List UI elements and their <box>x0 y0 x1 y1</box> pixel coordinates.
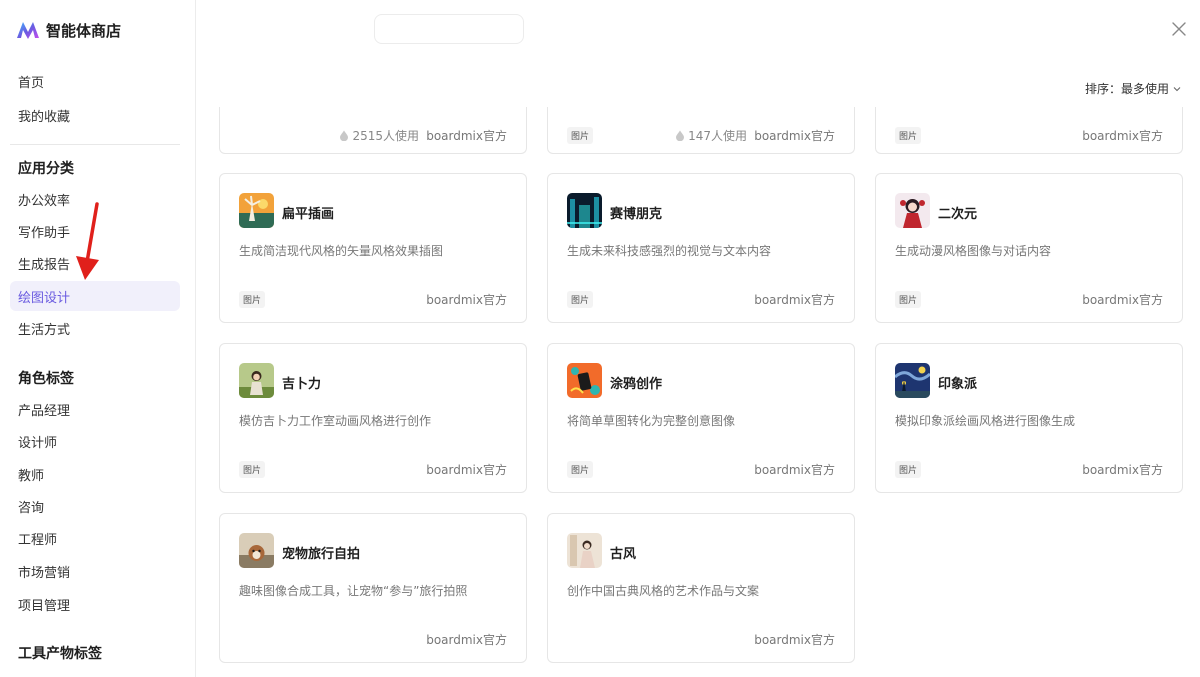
card-author: boardmix官方 <box>1082 129 1163 143</box>
agent-card-pet-travel-selfie[interactable]: 宠物旅行自拍 趣味图像合成工具，让宠物“参与”旅行拍照 boardmix官方 <box>219 513 527 663</box>
card-tag: 图片 <box>895 291 922 308</box>
card-tag: 图片 <box>567 461 594 478</box>
sidebar-item-drawing-design[interactable]: 绘图设计 <box>10 281 180 311</box>
card-description: 趣味图像合成工具，让宠物“参与”旅行拍照 <box>239 584 468 598</box>
card-author: boardmix官方 <box>754 293 835 307</box>
sidebar-item-engineer[interactable]: 工程师 <box>10 523 180 553</box>
card-author: boardmix官方 <box>426 633 507 647</box>
sidebar-divider <box>10 144 180 145</box>
sidebar-item-favorites[interactable]: 我的收藏 <box>10 100 180 130</box>
card-title: 吉卜力 <box>282 377 322 392</box>
card-description: 将简单草图转化为完整创意图像 <box>567 414 736 428</box>
sidebar-item-project-management[interactable]: 项目管理 <box>10 589 180 619</box>
search-input[interactable] <box>374 14 524 44</box>
agent-card-ancient-style[interactable]: 古风 创作中国古典风格的艺术作品与文案 boardmix官方 <box>547 513 855 663</box>
card-description: 模仿吉卜力工作室动画风格进行创作 <box>239 414 432 428</box>
card-thumbnail <box>239 193 274 228</box>
section-heading-category: 应用分类 <box>18 161 74 177</box>
usage-count: 147人使用 <box>675 127 747 144</box>
cyberpunk-thumbnail-icon <box>567 193 602 228</box>
agent-card-doodle[interactable]: 涂鸦创作 将简单草图转化为完整创意图像 图片 boardmix官方 <box>547 343 855 493</box>
card-title: 印象派 <box>938 377 978 392</box>
card-title: 二次元 <box>938 207 978 222</box>
ancient-style-thumbnail-icon <box>567 533 602 568</box>
card-tag: 图片 <box>567 127 594 144</box>
agent-card-partial[interactable]: 图片 147人使用 boardmix官方 <box>547 107 855 154</box>
card-description: 创作中国古典风格的艺术作品与文案 <box>567 584 760 598</box>
sidebar-item-designer[interactable]: 设计师 <box>10 426 180 456</box>
sidebar-item-product-manager[interactable]: 产品经理 <box>10 394 180 424</box>
card-author: boardmix官方 <box>1082 293 1163 307</box>
agent-card-flat-illustration[interactable]: 扁平插画 生成简洁现代风格的矢量风格效果插图 图片 boardmix官方 <box>219 173 527 323</box>
impressionism-thumbnail-icon <box>895 363 930 398</box>
card-description: 生成未来科技感强烈的视觉与文本内容 <box>567 244 772 258</box>
card-author: boardmix官方 <box>1082 463 1163 477</box>
droplet-icon <box>340 130 349 141</box>
card-tag: 图片 <box>895 127 922 144</box>
card-thumbnail <box>239 363 274 398</box>
chevron-down-icon <box>1173 86 1181 91</box>
card-title: 扁平插画 <box>282 207 335 222</box>
sidebar-item-teacher[interactable]: 教师 <box>10 459 180 489</box>
section-heading-role: 角色标签 <box>18 371 74 387</box>
card-author: boardmix官方 <box>754 129 835 143</box>
card-title: 宠物旅行自拍 <box>282 547 361 562</box>
card-title: 赛博朋克 <box>610 207 663 222</box>
sidebar-item-lifestyle[interactable]: 生活方式 <box>10 313 180 343</box>
agent-card-partial[interactable]: 2515人使用 boardmix官方 <box>219 107 527 154</box>
card-thumbnail <box>239 533 274 568</box>
card-thumbnail <box>895 193 930 228</box>
anime-thumbnail-icon <box>895 193 930 228</box>
agent-card-impressionism[interactable]: 印象派 模拟印象派绘画风格进行图像生成 图片 boardmix官方 <box>875 343 1183 493</box>
card-description: 模拟印象派绘画风格进行图像生成 <box>895 414 1076 428</box>
sort-dropdown[interactable]: 排序：最多使用 <box>1085 80 1182 97</box>
sort-label: 排序：最多使用 <box>1085 82 1170 96</box>
doodle-thumbnail-icon <box>567 363 602 398</box>
card-tag: 图片 <box>239 461 266 478</box>
agent-card-anime[interactable]: 二次元 生成动漫风格图像与对话内容 图片 boardmix官方 <box>875 173 1183 323</box>
card-description: 生成简洁现代风格的矢量风格效果插图 <box>239 244 444 258</box>
close-icon[interactable] <box>1170 20 1188 38</box>
app-title: 智能体商店 <box>46 21 122 40</box>
agent-card-cyberpunk[interactable]: 赛博朋克 生成未来科技感强烈的视觉与文本内容 图片 boardmix官方 <box>547 173 855 323</box>
agent-card-partial[interactable]: 图片 boardmix官方 <box>875 107 1183 154</box>
card-author: boardmix官方 <box>754 463 835 477</box>
card-title: 涂鸦创作 <box>610 377 663 392</box>
card-author: boardmix官方 <box>754 633 835 647</box>
sidebar: 智能体商店 首页 我的收藏 应用分类 办公效率 写作助手 生成报告 绘图设计 生… <box>0 0 196 677</box>
card-thumbnail <box>567 533 602 568</box>
card-thumbnail <box>895 363 930 398</box>
app-logo-icon <box>17 22 39 39</box>
card-description: 生成动漫风格图像与对话内容 <box>895 244 1052 258</box>
pet-travel-thumbnail-icon <box>239 533 274 568</box>
brand[interactable]: 智能体商店 <box>16 18 121 42</box>
sidebar-item-home[interactable]: 首页 <box>10 66 180 96</box>
card-thumbnail <box>567 193 602 228</box>
sidebar-item-marketing[interactable]: 市场营销 <box>10 556 180 586</box>
card-thumbnail <box>567 363 602 398</box>
droplet-icon <box>676 130 685 141</box>
sidebar-item-writing[interactable]: 写作助手 <box>10 216 180 246</box>
card-author: boardmix官方 <box>426 129 507 143</box>
card-tag: 图片 <box>239 291 266 308</box>
card-author: boardmix官方 <box>426 463 507 477</box>
card-tag: 图片 <box>567 291 594 308</box>
flat-illustration-thumbnail-icon <box>239 193 274 228</box>
section-heading-tool: 工具产物标签 <box>18 646 102 662</box>
ghibli-thumbnail-icon <box>239 363 274 398</box>
usage-count: 2515人使用 <box>339 127 419 144</box>
sidebar-item-report[interactable]: 生成报告 <box>10 248 180 278</box>
sidebar-item-consulting[interactable]: 咨询 <box>10 491 180 521</box>
main-content: 排序：最多使用 2515人使用 boardmix官方 图片 147人使用 boa… <box>196 0 1200 677</box>
card-author: boardmix官方 <box>426 293 507 307</box>
sidebar-item-office[interactable]: 办公效率 <box>10 184 180 214</box>
agent-card-ghibli[interactable]: 吉卜力 模仿吉卜力工作室动画风格进行创作 图片 boardmix官方 <box>219 343 527 493</box>
card-tag: 图片 <box>895 461 922 478</box>
card-title: 古风 <box>610 547 637 562</box>
